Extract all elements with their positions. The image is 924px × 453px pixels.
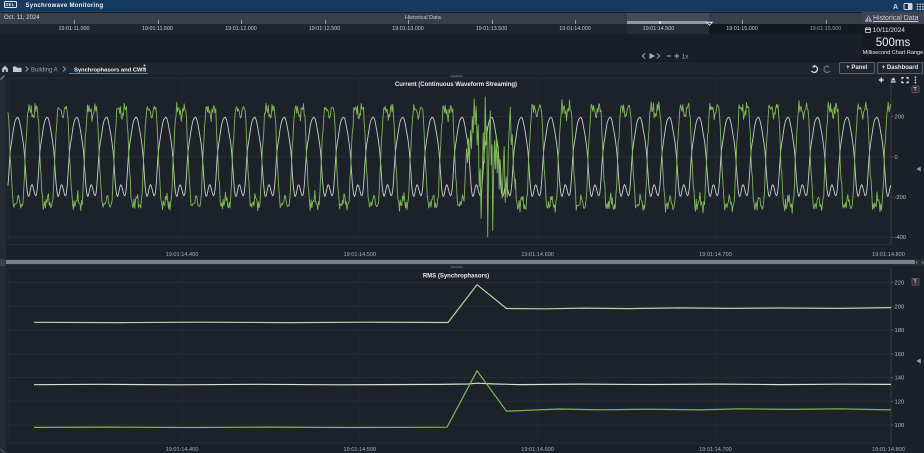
svg-text:200: 200: [895, 304, 905, 310]
svg-text:-200: -200: [895, 195, 907, 201]
svg-text:100: 100: [895, 423, 905, 429]
svg-text:19:01:14.800: 19:01:14.800: [872, 252, 905, 257]
svg-text:T: T: [913, 87, 916, 93]
svg-text:19:01:14.400: 19:01:14.400: [166, 447, 199, 453]
svg-text:220: 220: [895, 281, 905, 287]
svg-text:120: 120: [895, 399, 905, 405]
svg-text:Building A: Building A: [31, 67, 58, 73]
svg-text:19:01:14.800: 19:01:14.800: [872, 447, 905, 453]
svg-text:T: T: [913, 280, 916, 286]
svg-text:Current (Continuous Waveform S: Current (Continuous Waveform Streaming): [395, 82, 517, 88]
svg-text:RMS (Synchrophasors): RMS (Synchrophasors): [423, 274, 489, 280]
svg-text:140: 140: [895, 376, 905, 382]
svg-text:19:01:14.700: 19:01:14.700: [699, 252, 732, 257]
svg-text:1x: 1x: [682, 54, 690, 61]
svg-text:A: A: [893, 4, 898, 11]
svg-text:-400: -400: [895, 235, 907, 241]
svg-text:19:01:14.400: 19:01:14.400: [166, 252, 199, 257]
svg-text:19:01:14.500: 19:01:14.500: [343, 252, 376, 257]
svg-text:200: 200: [895, 114, 905, 120]
svg-text:19:01:14.600: 19:01:14.600: [521, 447, 554, 453]
svg-text:160: 160: [895, 352, 905, 358]
svg-text:0: 0: [895, 154, 898, 160]
svg-text:19:01:14.600: 19:01:14.600: [521, 252, 554, 257]
svg-text:180: 180: [895, 328, 905, 334]
svg-text:19:01:14.700: 19:01:14.700: [699, 447, 732, 453]
svg-text:19:01:14.500: 19:01:14.500: [343, 447, 376, 453]
